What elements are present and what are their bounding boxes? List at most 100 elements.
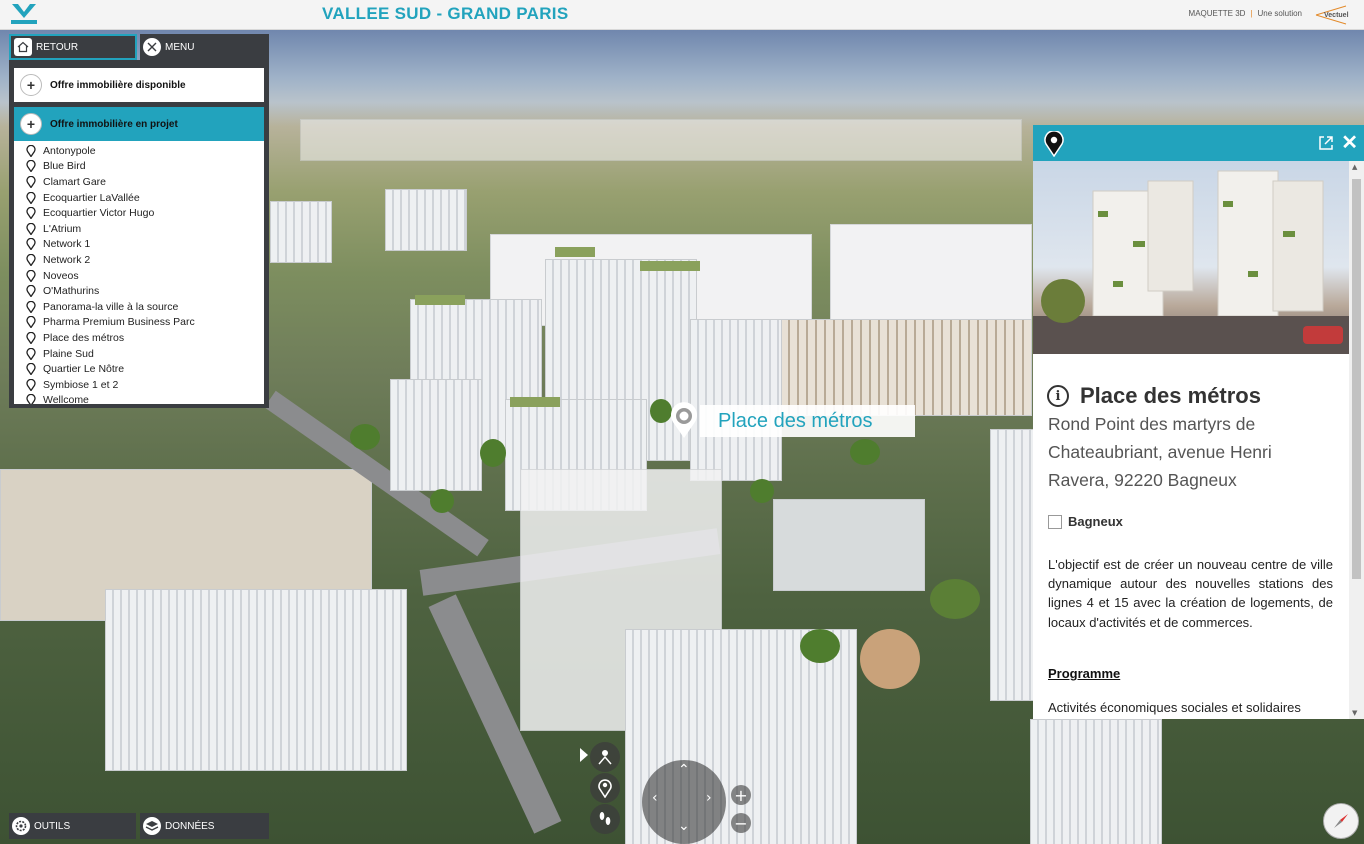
map-pin-icon	[26, 207, 36, 220]
vectuel-logo[interactable]: Vectuel	[1306, 4, 1356, 26]
sports-field	[860, 629, 920, 689]
brand-name: Vectuel	[1324, 12, 1349, 19]
scroll-down-icon[interactable]: ▼	[1352, 709, 1357, 717]
list-item[interactable]: Panorama-la ville à la source	[14, 299, 264, 315]
map-pin-icon	[598, 779, 612, 798]
info-title: i Place des métros	[1047, 383, 1261, 409]
list-item[interactable]: Wellcome	[14, 393, 264, 404]
list-item-label: Plaine Sud	[43, 347, 94, 360]
list-item-label: Ecoquartier LaVallée	[43, 191, 140, 204]
list-item[interactable]: Noveos	[14, 268, 264, 284]
info-city: Bagneux	[1048, 514, 1123, 529]
map-pin-icon	[26, 316, 36, 329]
list-item[interactable]: Place des métros	[14, 330, 264, 346]
programme-heading: Programme	[1048, 666, 1121, 681]
close-icon[interactable]: ✕	[1341, 131, 1358, 155]
building	[385, 189, 467, 251]
arrow-up-icon[interactable]: ⌃	[678, 762, 690, 778]
building	[990, 429, 1035, 701]
building	[270, 201, 332, 263]
compass-button[interactable]	[1323, 803, 1359, 839]
map-pin-icon	[26, 331, 36, 344]
place-label[interactable]: Place des métros	[700, 405, 915, 437]
list-item[interactable]: Quartier Le Nôtre	[14, 361, 264, 377]
info-header: ✕	[1033, 125, 1364, 161]
zoom-out-button[interactable]: −	[731, 813, 751, 833]
project-list: Antonypole Blue Bird Clamart Gare Ecoqua…	[14, 141, 264, 404]
list-item[interactable]: L'Atrium	[14, 221, 264, 237]
external-link-icon[interactable]	[1318, 135, 1334, 151]
home-icon	[14, 38, 32, 56]
tree	[430, 489, 454, 513]
list-item-label: Clamart Gare	[43, 175, 107, 188]
offre-disponible-label: Offre immobilière disponible	[50, 79, 186, 91]
navigation-joystick[interactable]: ⌃ ‹ › ⌄	[642, 760, 726, 844]
map-pin-icon	[26, 191, 36, 204]
list-item-label: Pharma Premium Business Parc	[43, 316, 195, 329]
map-pin-icon	[26, 363, 36, 376]
menu-panel: + Offre immobilière disponible + Offre i…	[9, 60, 269, 408]
donnees-button[interactable]: DONNÉES	[140, 813, 269, 839]
vallee-sud-logo	[11, 4, 37, 24]
map-pin-icon	[26, 175, 36, 188]
pin-view-button[interactable]	[590, 773, 620, 803]
list-item-label: Place des métros	[43, 331, 125, 344]
list-item-label: Noveos	[43, 269, 79, 282]
close-icon	[143, 38, 161, 56]
green-roof	[555, 247, 595, 257]
map-pin-icon	[1044, 131, 1064, 157]
offre-projet-row[interactable]: + Offre immobilière en projet	[14, 107, 264, 141]
list-item[interactable]: Network 1	[14, 237, 264, 253]
walk-mode-button[interactable]	[590, 804, 620, 834]
layers-icon	[143, 817, 161, 835]
list-item[interactable]: O'Mathurins	[14, 283, 264, 299]
brand-text: MAQUETTE 3D | Une solution	[1188, 9, 1302, 18]
scroll-up-icon[interactable]: ▲	[1352, 163, 1357, 171]
list-item[interactable]: Plaine Sud	[14, 346, 264, 362]
app-title: VALLEE SUD - GRAND PARIS	[322, 4, 569, 23]
arrow-down-icon[interactable]: ⌄	[678, 818, 690, 834]
tree	[750, 479, 774, 503]
zoom-in-button[interactable]: +	[731, 785, 751, 805]
map-pin-icon	[26, 269, 36, 282]
menu-label: MENU	[165, 41, 195, 53]
info-address: Rond Point des martyrs de Chateaubriant,…	[1048, 414, 1272, 490]
info-city-text: Bagneux	[1068, 514, 1123, 529]
list-item[interactable]: Clamart Gare	[14, 174, 264, 190]
list-item[interactable]: Ecoquartier Victor Hugo	[14, 205, 264, 221]
list-item-label: O'Mathurins	[43, 285, 100, 298]
map-pin-icon	[26, 347, 36, 360]
offre-projet-label: Offre immobilière en projet	[50, 118, 178, 130]
outils-button[interactable]: OUTILS	[9, 813, 136, 839]
retour-button[interactable]: RETOUR	[9, 34, 137, 60]
list-item[interactable]: Pharma Premium Business Parc	[14, 315, 264, 331]
aerial-view-button[interactable]	[590, 742, 620, 772]
map-pin-icon	[26, 300, 36, 313]
building	[830, 224, 1032, 321]
scrollbar-thumb[interactable]	[1352, 179, 1361, 579]
distant-city	[300, 119, 1022, 161]
map-pin-icon[interactable]	[668, 402, 700, 440]
offre-disponible-row[interactable]: + Offre immobilière disponible	[14, 68, 264, 102]
arrow-right-icon[interactable]: ›	[706, 790, 712, 806]
building	[1030, 719, 1162, 844]
building	[773, 499, 925, 591]
map-pin-icon	[26, 160, 36, 173]
list-item[interactable]: Symbiose 1 et 2	[14, 377, 264, 393]
info-scrollbar[interactable]: ▲ ▼	[1349, 161, 1364, 719]
list-item[interactable]: Ecoquartier LaVallée	[14, 190, 264, 206]
list-item[interactable]: Antonypole	[14, 143, 264, 159]
plus-icon: +	[20, 74, 42, 96]
list-item[interactable]: Network 2	[14, 252, 264, 268]
list-item-label: Blue Bird	[43, 160, 86, 173]
arrow-left-icon[interactable]: ‹	[652, 790, 658, 806]
nav-tools	[590, 742, 620, 834]
building	[105, 589, 407, 771]
collapse-arrow-icon[interactable]	[580, 748, 588, 762]
list-item-label: Quartier Le Nôtre	[43, 363, 125, 376]
brand-product: MAQUETTE 3D	[1188, 9, 1246, 18]
tree	[480, 439, 506, 467]
tree	[850, 439, 880, 465]
menu-button[interactable]: MENU	[140, 34, 269, 60]
list-item[interactable]: Blue Bird	[14, 159, 264, 175]
